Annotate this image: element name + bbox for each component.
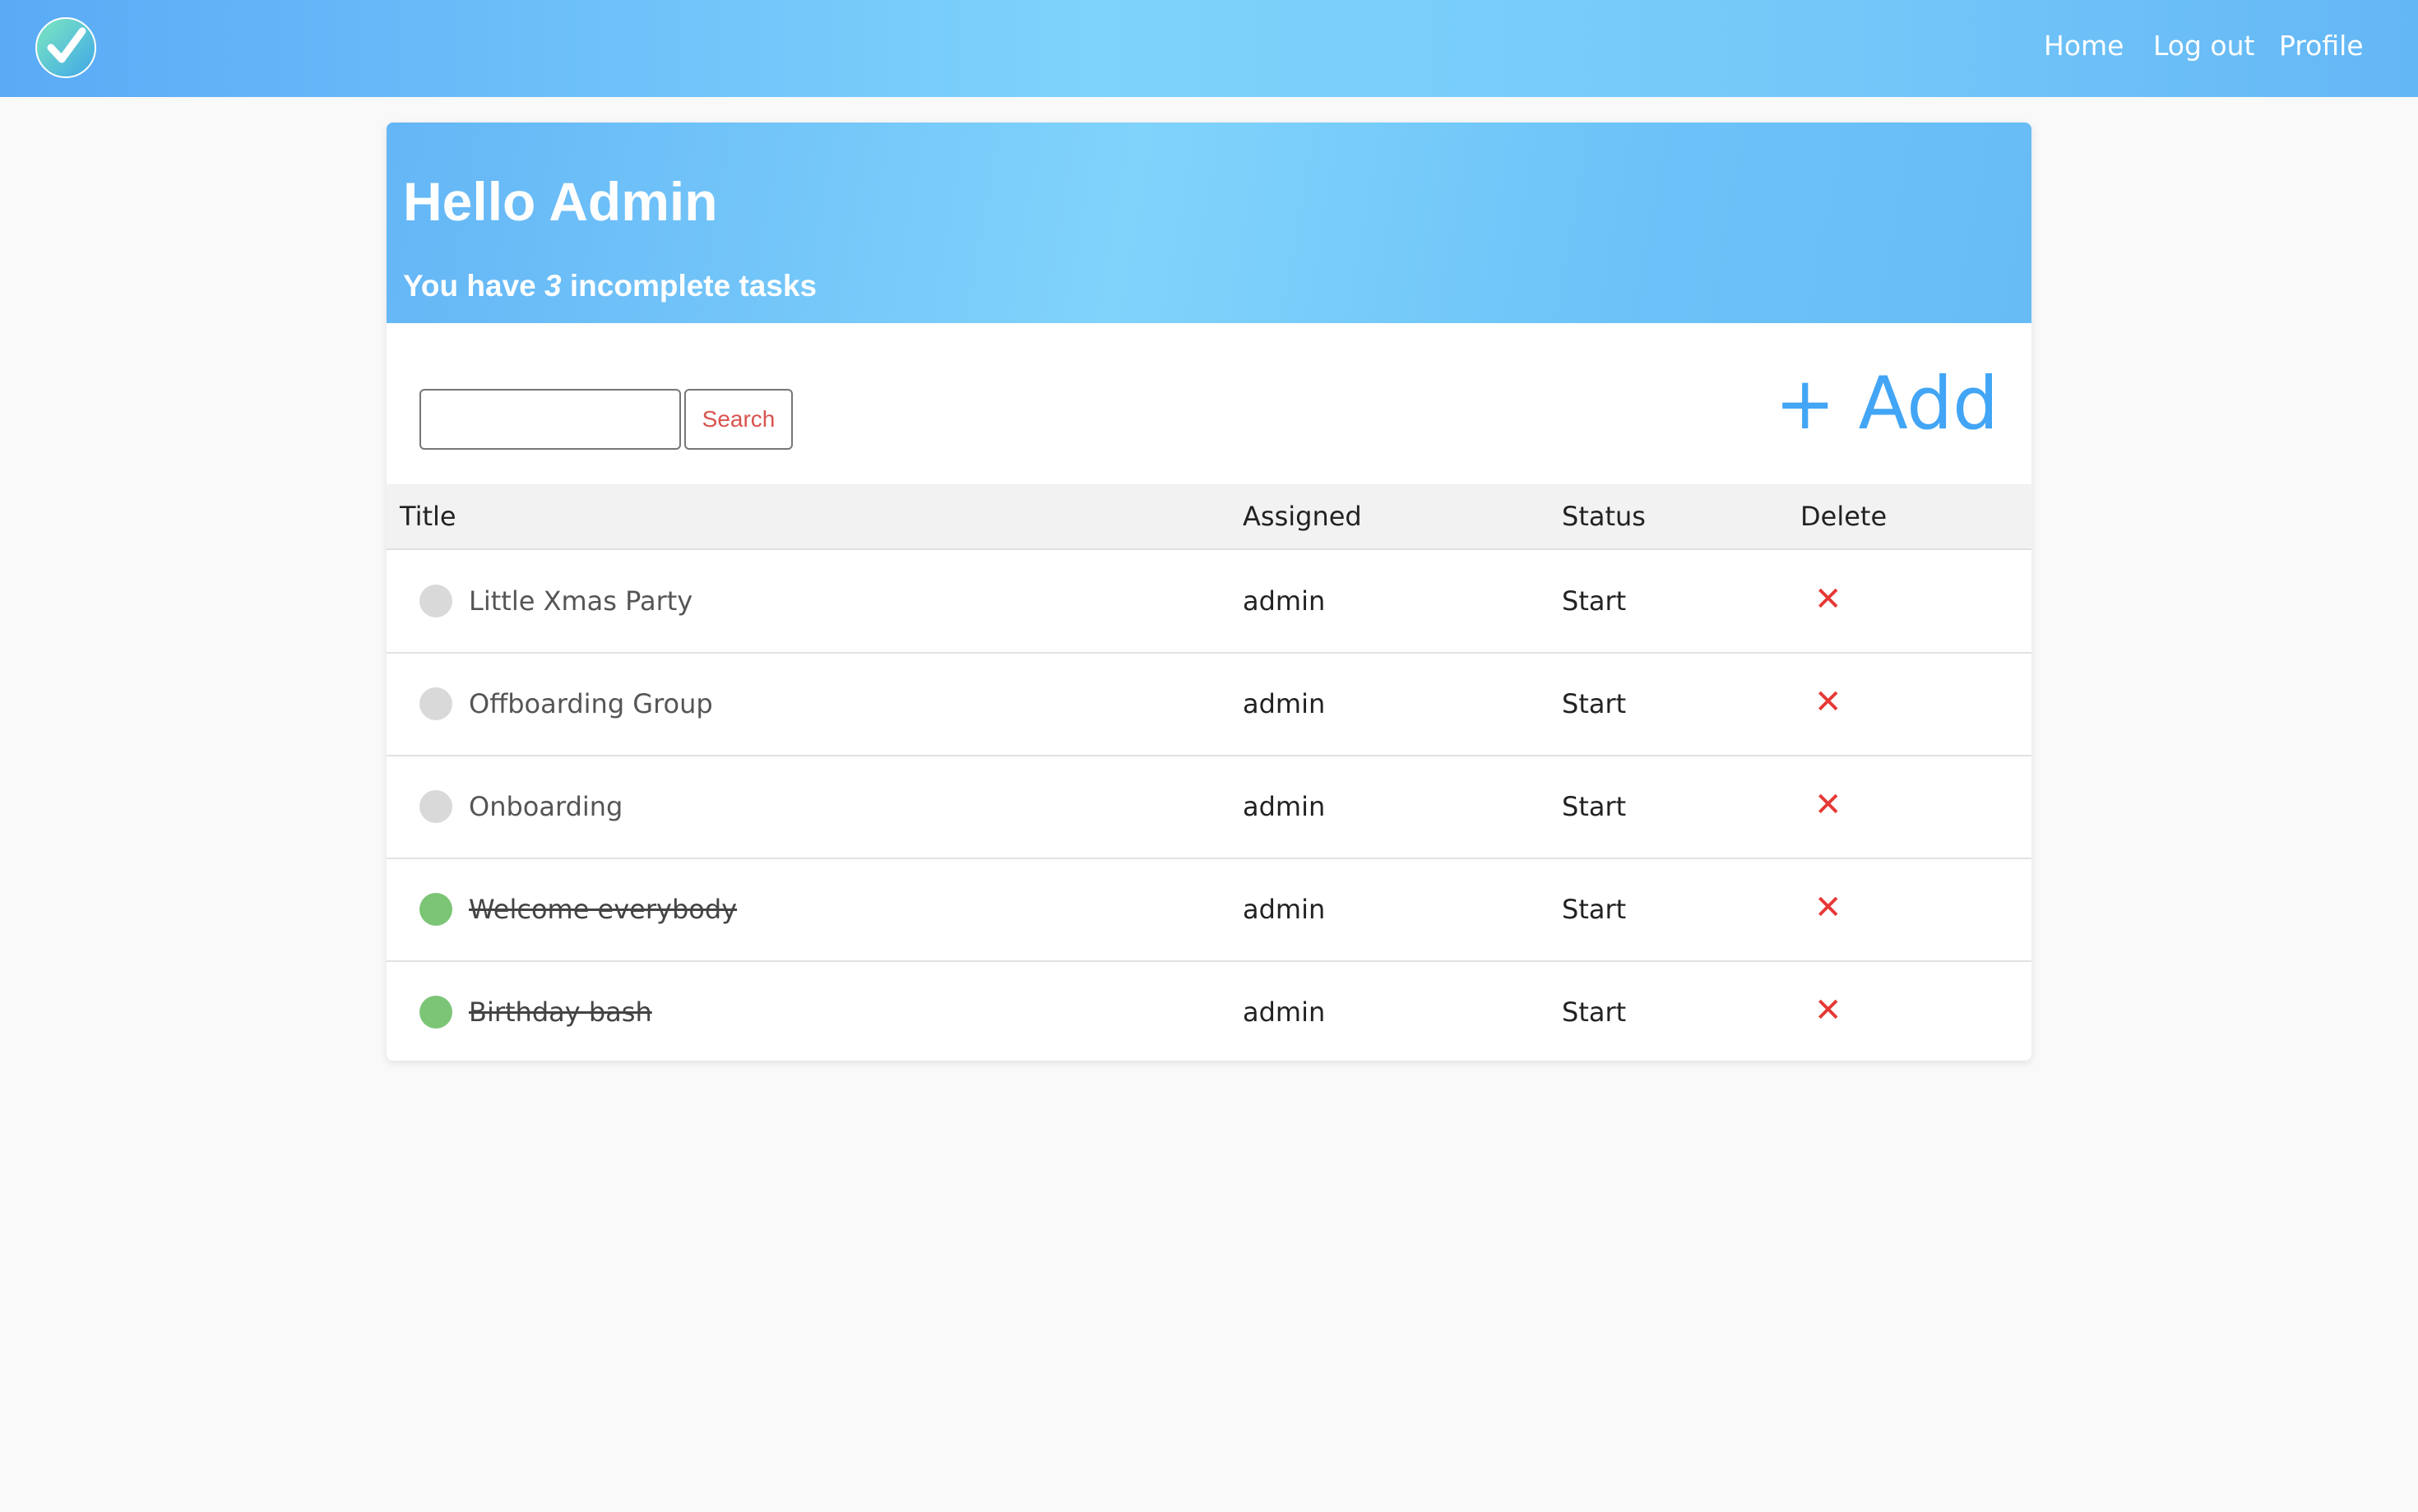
task-title[interactable]: Birthday bash bbox=[469, 994, 652, 1030]
task-status[interactable]: Start bbox=[1562, 686, 1626, 722]
task-assigned: admin bbox=[1243, 791, 1326, 822]
task-row: Welcome everybody admin Start ✕ bbox=[387, 858, 2031, 962]
column-header-title: Title bbox=[400, 501, 456, 532]
column-header-assigned: Assigned bbox=[1243, 501, 1362, 532]
incomplete-summary: You have 3 incomplete tasks bbox=[403, 269, 817, 303]
task-assigned: admin bbox=[1243, 996, 1326, 1028]
search-input[interactable] bbox=[419, 389, 681, 450]
column-header-delete: Delete bbox=[1800, 501, 1888, 532]
tasks-card: Hello Admin You have 3 incomplete tasks … bbox=[387, 123, 2031, 1061]
summary-suffix: incomplete tasks bbox=[569, 269, 818, 303]
task-status[interactable]: Start bbox=[1562, 994, 1626, 1030]
completion-toggle-icon[interactable] bbox=[419, 790, 452, 823]
nav-profile-link[interactable]: Profile bbox=[2279, 30, 2364, 62]
task-status[interactable]: Start bbox=[1562, 891, 1626, 927]
completion-toggle-icon[interactable] bbox=[419, 585, 452, 617]
task-row: Little Xmas Party admin Start ✕ bbox=[387, 550, 2031, 654]
task-assigned: admin bbox=[1243, 894, 1326, 925]
task-assigned: admin bbox=[1243, 688, 1326, 719]
task-title[interactable]: Offboarding Group bbox=[469, 686, 713, 722]
completion-toggle-icon[interactable] bbox=[419, 687, 452, 720]
completion-toggle-icon[interactable] bbox=[419, 996, 452, 1029]
completion-toggle-icon[interactable] bbox=[419, 893, 452, 926]
task-status[interactable]: Start bbox=[1562, 583, 1626, 619]
nav-logout-link[interactable]: Log out bbox=[2153, 30, 2254, 62]
delete-task-icon[interactable]: ✕ bbox=[1814, 992, 1842, 1029]
task-row: Offboarding Group admin Start ✕ bbox=[387, 653, 2031, 756]
task-title[interactable]: Little Xmas Party bbox=[469, 583, 693, 619]
task-title[interactable]: Welcome everybody bbox=[469, 891, 737, 927]
nav-home-link[interactable]: Home bbox=[2044, 30, 2124, 62]
checkmark-logo-icon[interactable] bbox=[35, 16, 97, 79]
delete-task-icon[interactable]: ✕ bbox=[1814, 581, 1842, 617]
top-navbar: Home Log out Profile bbox=[0, 0, 2418, 97]
task-assigned: admin bbox=[1243, 585, 1326, 617]
add-task-button[interactable]: + Add bbox=[1775, 368, 1999, 440]
summary-prefix: You have bbox=[403, 269, 536, 303]
task-status[interactable]: Start bbox=[1562, 788, 1626, 825]
incomplete-count: 3 bbox=[544, 269, 562, 303]
delete-task-icon[interactable]: ✕ bbox=[1814, 787, 1842, 823]
delete-task-icon[interactable]: ✕ bbox=[1814, 890, 1842, 926]
delete-task-icon[interactable]: ✕ bbox=[1814, 684, 1842, 720]
search-button[interactable]: Search bbox=[684, 389, 793, 450]
greeting-title: Hello Admin bbox=[403, 171, 718, 232]
greeting-banner: Hello Admin You have 3 incomplete tasks bbox=[387, 123, 2031, 323]
task-row: Birthday bash admin Start ✕ bbox=[387, 961, 2031, 1061]
task-title[interactable]: Onboarding bbox=[469, 788, 623, 825]
table-header: Title Assigned Status Delete bbox=[387, 484, 2031, 550]
task-row: Onboarding admin Start ✕ bbox=[387, 756, 2031, 859]
column-header-status: Status bbox=[1562, 501, 1646, 532]
